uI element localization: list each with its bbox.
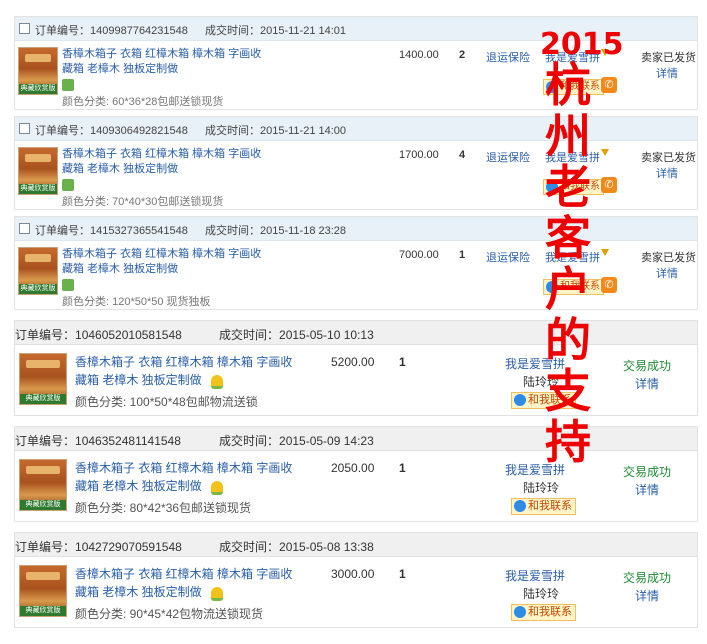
select-checkbox[interactable] [19,23,30,34]
overlay-char: 客 [545,211,591,265]
deal-time: 成交时间：2015-05-10 10:13 [219,328,374,342]
refund-insurance-link[interactable]: 退运保险 [486,249,530,265]
refund-insurance-link[interactable]: 退运保险 [486,149,530,165]
product-title[interactable]: 香樟木箱子 衣箱 红樟木箱 樟木箱 字画收 藏箱 老樟木 独板定制做 [62,147,272,177]
detail-link[interactable]: 详情 [635,481,659,498]
quantity: 1 [399,461,406,475]
buyer-name[interactable]: 我是爱雪拼 [505,567,565,584]
deal-time: 成交时间：2015-11-21 14:00 [205,125,347,137]
chat-icon [514,606,526,618]
product-spec: 颜色分类: 80*42*36包邮送锁现货 [75,501,252,515]
price: 1400.00 [399,49,439,61]
trade-success-status: 交易成功 [623,571,672,585]
phone-icon[interactable]: ✆ [601,277,617,293]
product-thumbnail[interactable]: 典藏欣赏版 [19,565,67,617]
contact-me-button[interactable]: 和我联系 [511,498,576,515]
detail-link[interactable]: 详情 [656,65,678,81]
detail-link[interactable]: 详情 [635,587,659,604]
detail-link[interactable]: 详情 [656,265,678,281]
trade-success-status: 交易成功 [623,359,672,373]
product-spec: 颜色分类: 60*36*28包邮送锁现货 [62,96,224,108]
deal-time: 成交时间：2015-11-21 14:01 [205,25,347,37]
bulb-icon [211,481,223,495]
price: 7000.00 [399,249,439,261]
product-spec: 颜色分类: 90*45*42包物流送锁现货 [75,607,264,621]
promo-icon [62,279,74,291]
overlay-char: 杭 [545,58,591,112]
product-title[interactable]: 香樟木箱子 衣箱 红樟木箱 樟木箱 字画收 藏箱 老樟木 独板定制做 [75,353,315,389]
product-thumbnail[interactable]: 典藏欣赏版 [18,247,58,295]
chat-icon [514,394,526,406]
order-header: 订单编号：1042729070591548 成交时间：2015-05-08 13… [15,533,697,557]
overlay-char: 户 [545,262,591,316]
promo-icon [62,179,74,191]
select-checkbox[interactable] [19,123,30,134]
contact-me-button[interactable]: 和我联系 [511,604,576,621]
quantity: 1 [399,567,406,581]
order-card: 订单编号：1042729070591548 成交时间：2015-05-08 13… [14,532,698,628]
order-status: 卖家已发货 [641,152,696,164]
filter-icon [601,149,609,156]
product-thumbnail[interactable]: 典藏欣赏版 [19,353,67,405]
product-title[interactable]: 香樟木箱子 衣箱 红樟木箱 樟木箱 字画收 藏箱 老樟木 独板定制做 [62,247,272,277]
quantity: 4 [459,149,466,161]
buyer-real-name: 陆玲玲 [523,481,560,495]
price: 3000.00 [331,567,375,581]
price: 5200.00 [331,355,375,369]
order-number: 订单编号：1409987764231548 [35,25,188,37]
quantity: 1 [459,249,466,261]
filter-icon [601,249,609,256]
refund-insurance-link[interactable]: 退运保险 [486,49,530,65]
bulb-icon [211,375,223,389]
quantity: 1 [399,355,406,369]
order-number: 订单编号：1046352481141548 [15,434,181,448]
deal-time: 成交时间：2015-05-09 14:23 [219,434,374,448]
product-title[interactable]: 香樟木箱子 衣箱 红樟木箱 樟木箱 字画收 藏箱 老樟木 独板定制做 [75,565,315,601]
chat-icon [514,500,526,512]
phone-icon[interactable]: ✆ [601,177,617,193]
product-title[interactable]: 香樟木箱子 衣箱 红樟木箱 樟木箱 字画收 藏箱 老樟木 独板定制做 [75,459,315,495]
deal-time: 成交时间：2015-11-18 23:28 [205,225,347,237]
order-number: 订单编号：1046052010581548 [15,328,182,342]
order-status: 卖家已发货 [641,252,696,264]
promo-icon [62,79,74,91]
product-spec: 颜色分类: 70*40*30包邮送锁现货 [62,196,224,208]
detail-link[interactable]: 详情 [635,375,659,392]
trade-success-status: 交易成功 [623,465,672,479]
overlay-year: 2015 [540,27,624,62]
product-title[interactable]: 香樟木箱子 衣箱 红樟木箱 樟木箱 字画收 藏箱 老樟木 独板定制做 [62,47,272,77]
product-thumbnail[interactable]: 典藏欣赏版 [18,147,58,195]
overlay-char: 的 [545,313,591,367]
overlay-char: 支 [545,364,591,418]
overlay-caption: 2015 杭 州 老 客 户 的 支 持 [540,27,624,469]
order-status: 卖家已发货 [641,52,696,64]
product-thumbnail[interactable]: 典藏欣赏版 [19,459,67,511]
product-spec: 颜色分类: 100*50*48包邮物流送锁 [75,395,258,409]
overlay-char: 持 [545,415,591,469]
select-checkbox[interactable] [19,223,30,234]
buyer-real-name: 陆玲玲 [523,587,560,601]
price: 1700.00 [399,149,439,161]
phone-icon[interactable]: ✆ [601,77,617,93]
quantity: 2 [459,49,466,61]
order-number: 订单编号：1409306492821548 [35,125,188,137]
overlay-char: 老 [545,160,591,214]
product-spec: 颜色分类: 120*50*50 现货独板 [62,296,211,308]
price: 2050.00 [331,461,375,475]
deal-time: 成交时间：2015-05-08 13:38 [219,540,374,554]
overlay-char: 州 [545,109,591,163]
order-number: 订单编号：1415327365541548 [35,225,188,237]
product-thumbnail[interactable]: 典藏欣赏版 [18,47,58,95]
bulb-icon [211,587,223,601]
order-number: 订单编号：1042729070591548 [15,540,182,554]
detail-link[interactable]: 详情 [656,165,678,181]
